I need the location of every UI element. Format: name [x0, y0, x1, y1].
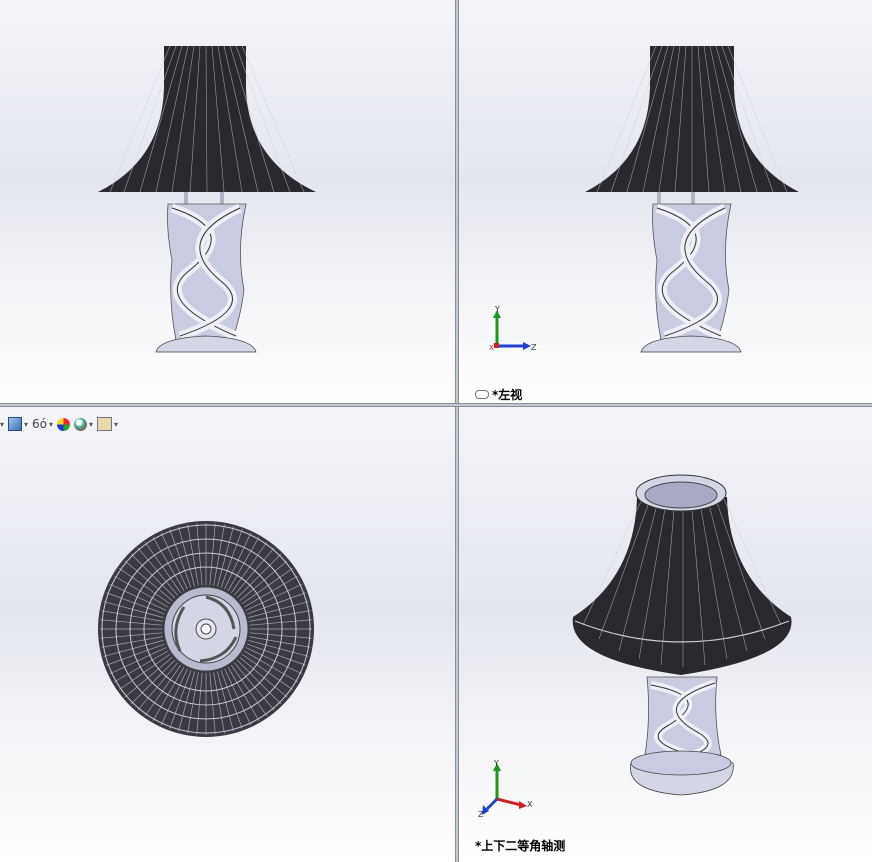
viewport-top-view[interactable]: ▾ ▾ 6ó ▾ ▾ ▾ — [0, 407, 455, 862]
lamp-top-view — [98, 521, 314, 737]
viewport-front[interactable] — [0, 0, 455, 403]
viewport-splitter-vertical[interactable] — [455, 0, 459, 862]
viewport-left-view[interactable]: Y Z X *左视 — [459, 0, 872, 403]
triad-x-label: X — [489, 344, 494, 352]
link-icon — [475, 390, 489, 399]
triad-y-label: Y — [493, 759, 499, 768]
triad-z-label: Z — [478, 810, 484, 819]
axis-triad: Y X Z — [478, 759, 533, 819]
viewport-splitter-horizontal[interactable] — [0, 403, 872, 407]
lamp-front-view — [98, 45, 316, 353]
lamp-left-view: Y Z X — [489, 45, 799, 353]
axis-triad: Y Z X — [489, 305, 537, 352]
view-name-label: *上下二等角轴测 — [475, 839, 566, 853]
lamp-isometric-view: Y X Z — [478, 474, 792, 819]
triad-x-label: X — [527, 800, 533, 809]
triad-y-label: Y — [494, 305, 500, 314]
view-name-label: *左视 — [475, 386, 522, 403]
viewport-isometric[interactable]: Y X Z *上下二等角轴测 — [459, 407, 872, 862]
triad-z-label: Z — [531, 343, 537, 352]
